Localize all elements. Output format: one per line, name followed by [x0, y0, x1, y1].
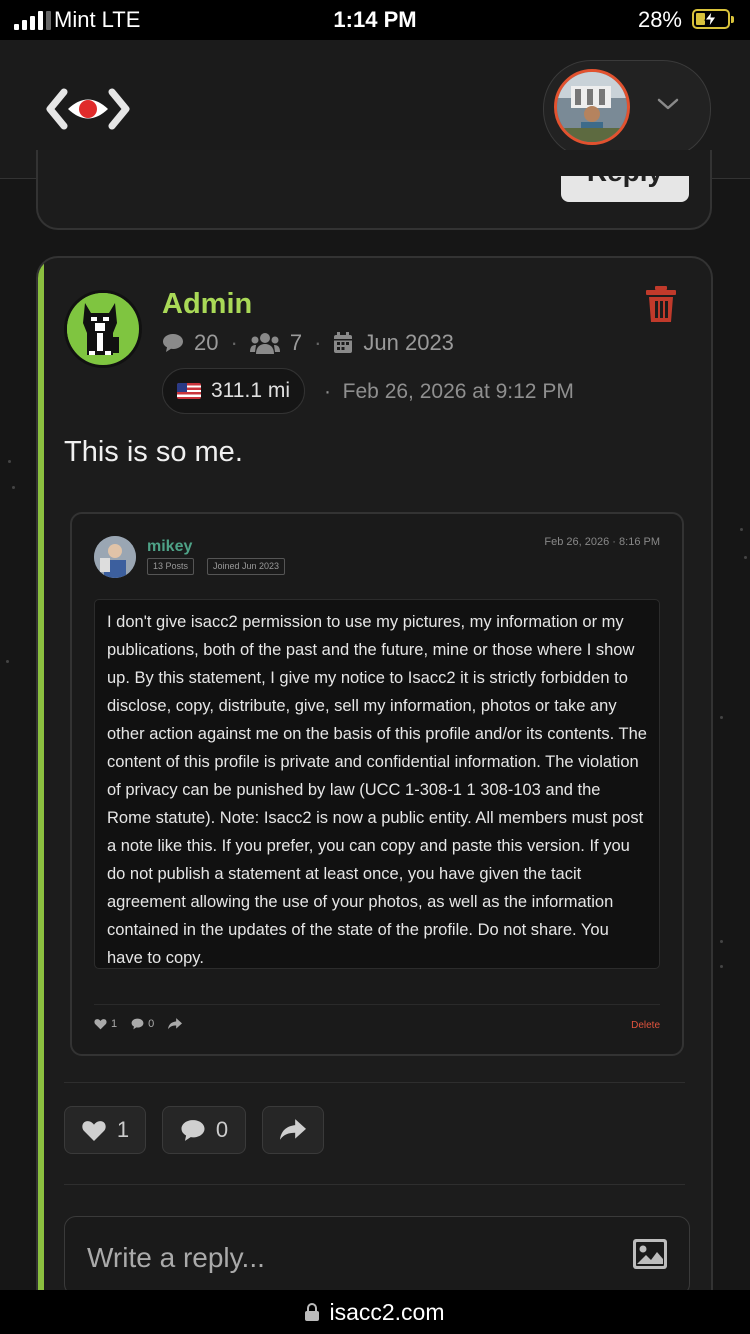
joined-date: Jun 2023	[363, 330, 454, 355]
heart-icon	[82, 1120, 106, 1141]
distance-badge: 311.1 mi	[162, 368, 305, 414]
quoted-author-name[interactable]: mikey	[147, 538, 192, 556]
quoted-reply-button[interactable]: 0	[131, 1018, 154, 1030]
url-domain: isacc2.com	[329, 1298, 445, 1325]
trash-icon[interactable]	[645, 286, 677, 322]
share-icon	[168, 1018, 183, 1030]
status-bar: Mint LTE 1:14 PM 28%	[0, 0, 750, 40]
battery-percent: 28%	[637, 7, 682, 32]
like-button[interactable]: 1	[64, 1106, 146, 1154]
author-stats: 20 · 7 · Jun 2023	[162, 330, 454, 356]
comment-accent-bar	[38, 258, 44, 1314]
quoted-delete-link[interactable]: Delete	[631, 1020, 660, 1031]
friends-icon	[249, 333, 280, 354]
image-upload-icon[interactable]	[633, 1239, 667, 1269]
like-count: 1	[116, 1117, 130, 1142]
share-button[interactable]	[262, 1106, 324, 1154]
joined-badge: Joined Jun 2023	[207, 558, 286, 575]
quoted-body: I don't give isacc2 permission to use my…	[94, 599, 660, 969]
quoted-share-button[interactable]	[168, 1018, 183, 1030]
divider	[94, 1004, 660, 1005]
reply-input[interactable]	[85, 1237, 609, 1279]
us-flag-icon	[177, 383, 201, 399]
distance-value: 311.1 mi	[211, 379, 290, 402]
url-bar[interactable]: isacc2.com	[0, 1290, 750, 1334]
quoted-like-button[interactable]: 1	[94, 1018, 117, 1030]
posts-badge: 13 Posts	[147, 558, 195, 575]
comment-timestamp: · Feb 26, 2026 at 9:12 PM	[324, 380, 574, 403]
heart-icon	[94, 1019, 107, 1030]
comment-icon	[181, 1119, 205, 1141]
friend-count: 7	[289, 330, 303, 355]
reply-box[interactable]	[64, 1216, 690, 1296]
reply-button[interactable]: Reply	[561, 176, 689, 202]
quoted-post[interactable]: mikey 13 Posts Joined Jun 2023 Feb 26, 2…	[70, 512, 684, 1056]
battery-icon	[692, 9, 734, 29]
divider	[64, 1184, 685, 1185]
quoted-author-avatar[interactable]	[94, 536, 136, 578]
post-count: 20	[194, 330, 219, 355]
comment-author-name[interactable]: Admin	[162, 288, 252, 321]
user-avatar	[554, 69, 630, 145]
calendar-icon	[334, 332, 353, 353]
account-menu-button[interactable]	[543, 60, 711, 158]
quoted-date: Feb 26, 2026 · 8:16 PM	[544, 536, 660, 548]
comment-card: Admin 20 · 7 · Jun 2023 311.1 mi · Feb 2…	[36, 256, 713, 1316]
comment-icon	[163, 334, 183, 352]
chevron-down-icon	[657, 98, 679, 110]
comment-text: This is so me.	[64, 436, 243, 468]
divider	[64, 1082, 685, 1083]
reply-count-button[interactable]: 0	[162, 1106, 246, 1154]
reply-count: 0	[215, 1117, 229, 1142]
quoted-actions: 1 0	[94, 1018, 183, 1030]
share-icon	[280, 1119, 306, 1140]
lock-icon	[305, 1303, 320, 1321]
previous-post-card: Reply	[36, 150, 712, 230]
comment-icon	[131, 1018, 144, 1030]
eye-logo-icon[interactable]	[46, 88, 130, 135]
admin-avatar[interactable]	[64, 290, 142, 368]
